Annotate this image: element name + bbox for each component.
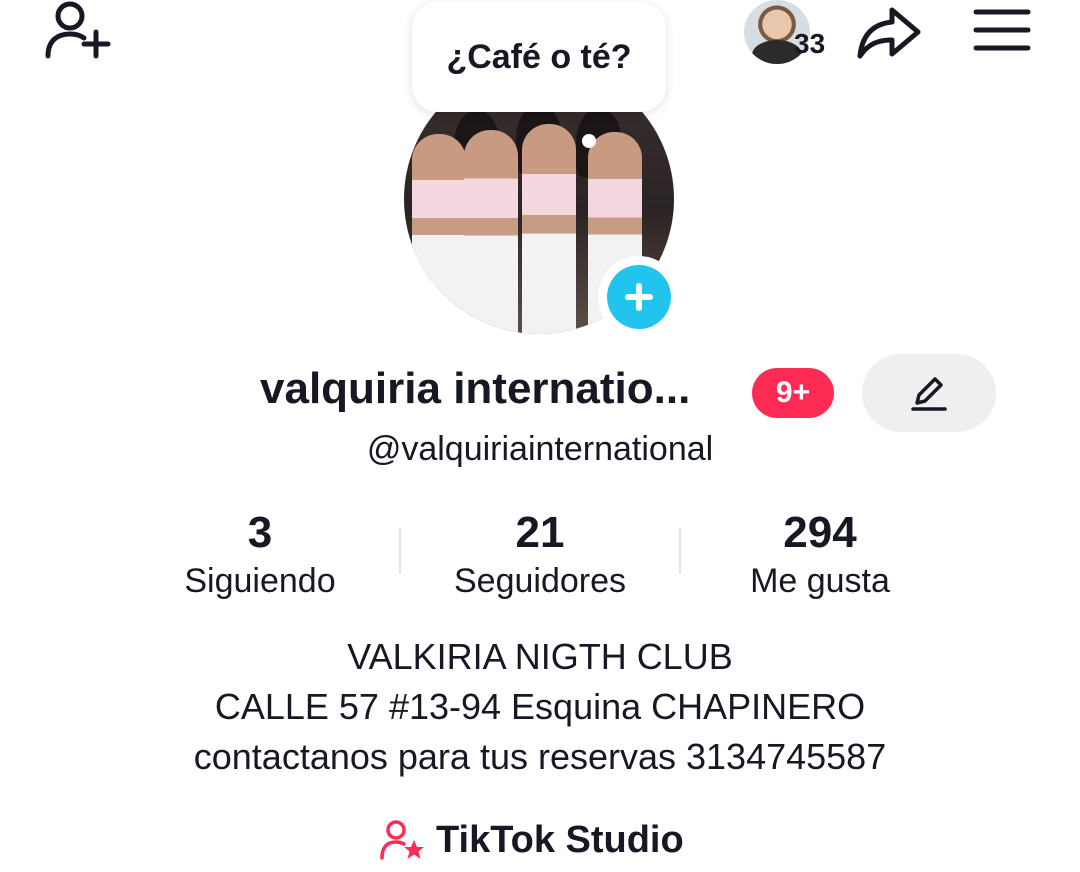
stat-divider [399, 528, 401, 574]
share-button[interactable] [852, 4, 924, 60]
stat-followers[interactable]: 21 Seguidores [420, 506, 660, 602]
likes-count: 294 [783, 508, 857, 557]
profile-visitors[interactable]: 33 [744, 0, 840, 66]
hamburger-menu-icon [973, 9, 1031, 51]
notification-badge[interactable]: 9+ [752, 368, 834, 418]
profile-bio: VALKIRIA NIGTH CLUB CALLE 57 #13-94 Esqu… [0, 632, 1080, 782]
visitor-count: 33 [794, 28, 826, 59]
bio-line: CALLE 57 #13-94 Esquina CHAPINERO [214, 686, 866, 727]
studio-label: TikTok Studio [436, 818, 684, 861]
bubble-tail [582, 134, 596, 148]
share-arrow-icon [857, 7, 921, 59]
followers-label: Seguidores [453, 562, 626, 600]
stat-likes[interactable]: 294 Me gusta [700, 506, 940, 602]
plus-icon [607, 265, 671, 329]
bio-line: contactanos para tus reservas 3134745587 [193, 736, 887, 777]
tiktok-studio-link[interactable]: TikTok Studio [378, 816, 684, 864]
add-story-button[interactable] [598, 256, 680, 338]
following-count: 3 [247, 508, 273, 557]
username: @valquiriainternational [366, 430, 714, 468]
bio-line: VALKIRIA NIGTH CLUB [347, 636, 733, 677]
display-name: valquiria internatio... [260, 364, 691, 413]
likes-label: Me gusta [750, 562, 890, 600]
following-label: Siguiendo [184, 562, 336, 600]
status-bubble[interactable]: ¿Café o té? [412, 2, 666, 112]
stat-following[interactable]: 3 Siguiendo [140, 506, 380, 602]
person-plus-icon [45, 1, 111, 59]
stat-divider [679, 528, 681, 574]
followers-count: 21 [515, 508, 565, 557]
bubble-text: ¿Café o té? [446, 37, 632, 76]
pencil-icon [911, 377, 947, 411]
creator-star-icon [380, 820, 424, 860]
add-friend-button[interactable] [40, 0, 116, 64]
edit-profile-button[interactable] [862, 354, 996, 432]
menu-button[interactable] [970, 6, 1034, 54]
